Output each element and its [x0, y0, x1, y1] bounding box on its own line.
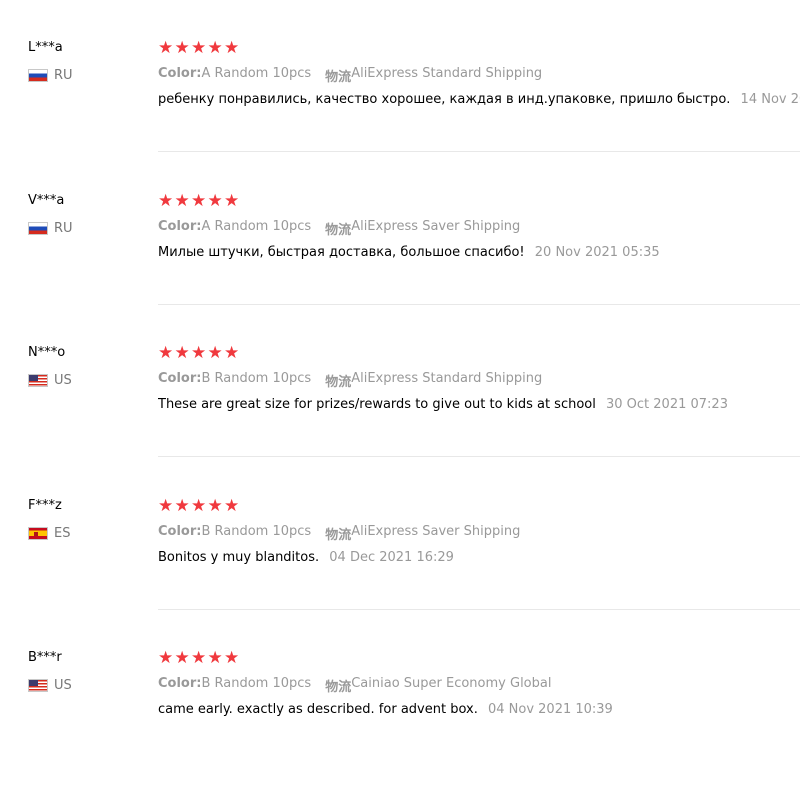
review-text: came early. exactly as described. for ad…: [158, 702, 478, 717]
reviewer-name: V***a: [28, 192, 65, 208]
review-list: L***a RU ★ ★ ★ ★ ★ Color: A Random 10pcs 物流 …: [0, 0, 800, 800]
country-code: ES: [54, 525, 71, 541]
color-label: Color:: [158, 66, 202, 81]
star-icon: ★: [207, 343, 223, 363]
star-icon: ★: [174, 343, 190, 363]
review-date: 30 Oct 2021 07:23: [606, 397, 728, 412]
reviewer-country: ES: [28, 526, 70, 541]
star-icon: ★: [224, 190, 240, 211]
star-rating: ★ ★ ★ ★ ★: [158, 496, 241, 516]
review-comment: Милые штучки, быстрая доставка, большое …: [158, 245, 800, 260]
country-code: RU: [54, 68, 73, 83]
country-code: US: [54, 678, 72, 693]
shipping-label: 物流: [325, 222, 352, 238]
star-icon: ★: [191, 343, 207, 363]
shipping-method: AliExpress Saver Shipping: [351, 523, 521, 539]
star-icon: ★: [191, 190, 207, 211]
review-date: 14 Nov 2021 0: [740, 92, 800, 107]
star-icon: ★: [174, 648, 190, 668]
star-icon: ★: [224, 343, 240, 363]
star-icon: ★: [158, 495, 174, 516]
star-icon: ★: [191, 38, 207, 58]
star-icon: ★: [207, 495, 223, 516]
star-rating: ★ ★ ★ ★ ★: [158, 38, 241, 58]
star-icon: ★: [207, 190, 223, 211]
order-info: Color: B Random 10pcs 物流 Cainiao Super E…: [158, 676, 551, 695]
review-item: F***z ES ★ ★ ★ ★ ★ Color: B Random 10pcs 物流 …: [0, 458, 800, 610]
shipping-method: AliExpress Standard Shipping: [351, 66, 543, 81]
reviewer-name: L***a: [28, 40, 63, 55]
shipping-method: AliExpress Saver Shipping: [351, 218, 521, 234]
shipping-label: 物流: [325, 375, 352, 390]
order-info: Color: B Random 10pcs 物流 AliExpress Save…: [158, 524, 520, 543]
review-item: V***a RU ★ ★ ★ ★ ★ Color: A Random 10pcs 物流 …: [0, 153, 800, 305]
color-value: B Random 10pcs: [201, 371, 312, 386]
shipping-method: Cainiao Super Economy Global: [351, 676, 552, 691]
star-icon: ★: [207, 38, 223, 58]
country-code: US: [54, 373, 72, 388]
order-info: Color: B Random 10pcs 物流 AliExpress Stan…: [158, 371, 542, 390]
review-item: N***o US ★ ★ ★ ★ ★ Color: B Random 10pcs 物流 …: [0, 305, 800, 457]
color-label: Color:: [158, 218, 202, 234]
review-comment: These are great size for prizes/rewards …: [158, 397, 800, 412]
star-icon: ★: [158, 38, 174, 58]
color-label: Color:: [158, 523, 202, 539]
star-icon: ★: [224, 495, 240, 516]
star-icon: ★: [191, 648, 207, 668]
shipping-method: AliExpress Standard Shipping: [351, 371, 543, 386]
review-date: 04 Nov 2021 10:39: [487, 702, 613, 717]
reviewer-country: RU: [28, 68, 73, 83]
review-text: These are great size for prizes/rewards …: [158, 397, 596, 412]
star-rating: ★ ★ ★ ★ ★: [158, 648, 241, 668]
review-item: L***a RU ★ ★ ★ ★ ★ Color: A Random 10pcs 物流 …: [0, 0, 800, 152]
color-label: Color:: [158, 371, 202, 386]
reviewer-name: B***r: [28, 650, 62, 665]
review-text: ребенку понравились, качество хорошее, к…: [158, 92, 731, 107]
color-label: Color:: [158, 676, 202, 691]
reviewer-country: RU: [28, 221, 73, 236]
shipping-label: 物流: [325, 527, 352, 543]
star-rating: ★ ★ ★ ★ ★: [158, 191, 241, 211]
star-icon: ★: [158, 648, 174, 668]
star-icon: ★: [224, 38, 240, 58]
review-text: Bonitos y muy blanditos.: [158, 549, 320, 565]
country-flag-icon: [28, 221, 48, 235]
star-icon: ★: [207, 648, 223, 668]
order-info: Color: A Random 10pcs 物流 AliExpress Stan…: [158, 66, 542, 85]
country-flag-icon: [28, 374, 48, 387]
country-flag-icon: [28, 679, 48, 692]
order-info: Color: A Random 10pcs 物流 AliExpress Save…: [158, 219, 520, 238]
reviewer-country: US: [28, 373, 72, 388]
review-item: B***r US ★ ★ ★ ★ ★ Color: B Random 10pcs 物流 …: [0, 610, 800, 762]
star-icon: ★: [158, 343, 174, 363]
country-flag-icon: [28, 69, 48, 82]
star-icon: ★: [174, 190, 190, 211]
star-icon: ★: [174, 38, 190, 58]
review-comment: Bonitos y muy blanditos. 04 Dec 2021 16:…: [158, 550, 800, 565]
star-icon: ★: [174, 495, 190, 516]
color-value: A Random 10pcs: [201, 66, 312, 81]
star-rating: ★ ★ ★ ★ ★: [158, 343, 241, 363]
star-icon: ★: [191, 495, 207, 516]
reviewer-country: US: [28, 678, 72, 693]
color-value: B Random 10pcs: [201, 676, 312, 691]
reviewer-name: F***z: [28, 497, 62, 513]
country-code: RU: [54, 220, 73, 236]
review-comment: ребенку понравились, качество хорошее, к…: [158, 92, 800, 107]
color-value: A Random 10pcs: [201, 218, 312, 234]
review-date: 04 Dec 2021 16:29: [329, 549, 454, 565]
shipping-label: 物流: [325, 680, 352, 695]
color-value: B Random 10pcs: [201, 523, 312, 539]
reviewer-name: N***o: [28, 345, 66, 360]
star-icon: ★: [158, 190, 174, 211]
review-text: Милые штучки, быстрая доставка, большое …: [158, 244, 525, 260]
review-comment: came early. exactly as described. for ad…: [158, 702, 800, 717]
shipping-label: 物流: [325, 70, 352, 85]
star-icon: ★: [224, 648, 240, 668]
review-date: 20 Nov 2021 05:35: [534, 244, 660, 260]
country-flag-icon: [28, 526, 48, 540]
